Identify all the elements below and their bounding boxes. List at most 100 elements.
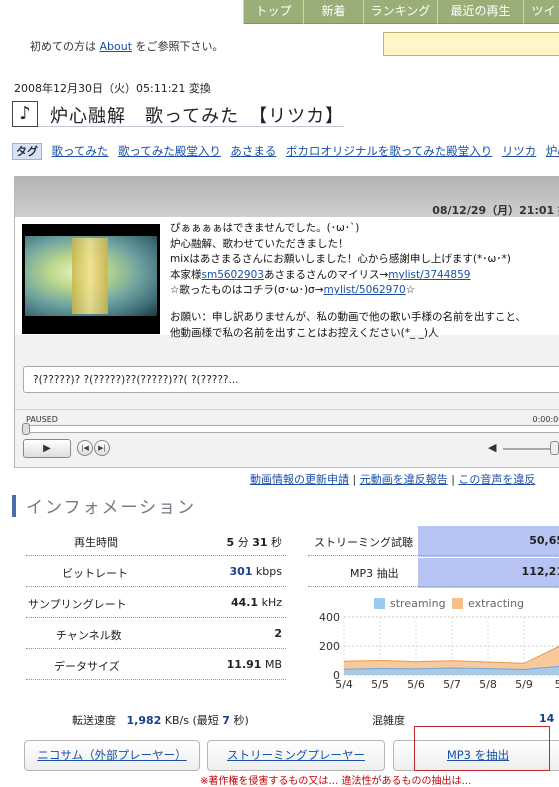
streaming-player-label: ストリーミングプレーヤー [227, 748, 365, 762]
x-tick-label: 5/5 [371, 678, 389, 691]
title-row: ♪ 炉心融解 歌ってみた 【リツカ】 [12, 101, 344, 127]
report-source-link[interactable]: 元動画を違反報告 [360, 473, 448, 486]
data-size-unit: MB [264, 658, 282, 671]
update-request-link[interactable]: 動画情報の更新申請 [250, 473, 349, 486]
nav-twitter[interactable]: ツイ [523, 0, 559, 24]
mp3-row: MP3 抽出 112,21 [308, 557, 559, 587]
channels-label: チャンネル数 [56, 629, 122, 642]
bitrate-value: 301 kbps [229, 565, 282, 578]
transfer-label: 転送速度 [72, 714, 116, 727]
tag-link[interactable]: 炉心 [546, 144, 559, 158]
transfer-short: 7 [222, 714, 230, 727]
streaming-label: ストリーミング試聴 [314, 536, 413, 549]
desc-line: 他動画様で私の名前を出すことはお控えください(*_ _)人 [170, 326, 439, 339]
traffic-chart-svg: streaming extracting02004005/4 5/5 5/6 5/7 5/… [319, 597, 559, 691]
data-size-label: データサイズ [54, 660, 120, 673]
video-description: ぴぁぁぁぁはできませんでした。(･ω･`) 炉心融解、歌わせていただきました！ … [170, 221, 526, 341]
notice-prefix: 初めての方は [30, 40, 96, 53]
about-link[interactable]: About [100, 40, 133, 53]
conversion-date: 2008年12月30日（火）05:11:21 変換 [14, 82, 211, 95]
mylist-link[interactable]: mylist/3744859 [388, 269, 470, 281]
desc-line: mixはあさまるさんにお願いしました！心から感謝申し上げます(*･ω･*) [170, 253, 511, 266]
nav-bar: トップ 新着 ランキング 最近の再生 ツイ [243, 0, 559, 24]
transfer-short-unit: 秒) [233, 714, 249, 727]
music-note-icon: ♪ [12, 101, 38, 127]
nav-recent[interactable]: 最近の再生 [437, 0, 523, 24]
nav-ranking[interactable]: ランキング [363, 0, 437, 24]
x-tick-label: 5/8 [479, 678, 497, 691]
data-size-row: データサイズ 11.91 MB [26, 650, 286, 680]
description-panel: ぴぁぁぁぁはできませんでした。(･ω･`) 炉心融解、歌わせていただきました！ … [15, 217, 559, 339]
x-tick-label: 5/ [555, 678, 559, 691]
play-time-label: 再生時間 [74, 536, 118, 549]
channels-row: チャンネル数 2 [26, 619, 286, 649]
tag-link[interactable]: 歌ってみた [52, 144, 109, 158]
congestion-label: 混雑度 [372, 714, 405, 727]
desc-text: ☆ [405, 284, 416, 297]
sampling-label: サンプリングレート [28, 598, 127, 611]
tag-link[interactable]: 歌ってみた殿堂入り [118, 144, 221, 158]
speaker-icon[interactable]: ◀ [488, 441, 496, 454]
comment-text: ?(?????)? ?(?????)??(?????)??( ?(?????..… [33, 374, 239, 386]
video-thumbnail[interactable] [22, 224, 160, 334]
seek-bar[interactable] [22, 423, 559, 435]
play-time-row: 再生時間 5 分 31 秒 [26, 526, 286, 556]
desc-line: ぴぁぁぁぁはできませんでした。(･ω･`) [170, 222, 360, 234]
desc-line: ☆歌ったものはコチラ(σ･ω･)σ→mylist/5062970☆ [170, 283, 526, 299]
streaming-player-button[interactable]: ストリーミングプレーヤー [207, 740, 385, 771]
previous-button[interactable]: |◀ [77, 440, 93, 456]
notice-suffix: をご参照下さい。 [135, 40, 224, 53]
tag-link[interactable]: あさまる [230, 144, 276, 158]
x-tick-label: 5/6 [407, 678, 425, 691]
data-size-value: 11.91 MB [227, 658, 282, 671]
minutes: 5 [226, 536, 235, 549]
legend-swatch [452, 598, 463, 609]
seek-handle[interactable] [22, 423, 30, 435]
sampling-value: 44.1 kHz [231, 596, 282, 609]
info-header: インフォメーション [12, 495, 559, 518]
highlight-box [414, 726, 550, 771]
streaming-row: ストリーミング試聴 50,65 [308, 526, 559, 556]
channels-value: 2 [274, 627, 282, 640]
desc-line: お願い：申し訳ありませんが、私の動画で他の歌い手様の名前を出すこと、 [170, 310, 527, 323]
page-title: 炉心融解 歌ってみた 【リツカ】 [50, 106, 345, 127]
legend-swatch [374, 598, 385, 609]
mylist-link[interactable]: mylist/5062970 [324, 284, 406, 296]
tag-list: タグ 歌ってみた 歌ってみた殿堂入り あさまる ボカロオリジナルを歌ってみた殿堂… [12, 143, 559, 161]
x-tick-label: 5/4 [335, 678, 353, 691]
mp3-label: MP3 抽出 [350, 567, 399, 580]
playback-status: PAUSED [26, 415, 58, 424]
nicosound-player-button[interactable]: ニコサム（外部プレーヤー） [24, 740, 200, 771]
streaming-value: 50,65 [529, 534, 559, 547]
first-time-notice: 初めての方は About をご参照下さい。 [30, 38, 224, 54]
sampling-number: 44.1 [230, 596, 259, 609]
report-audio-link[interactable]: この音声を違反 [458, 473, 535, 486]
seconds-unit: 秒 [271, 536, 282, 549]
transfer-value: 1,982 [126, 714, 162, 727]
bitrate-unit: kbps [255, 565, 282, 578]
bitrate-label: ビットレート [62, 567, 128, 580]
seconds: 31 [252, 536, 268, 549]
sampling-unit: kHz [261, 596, 282, 609]
tag-link[interactable]: ボカロオリジナルを歌ってみた殿堂入り [286, 144, 492, 158]
y-tick-label: 200 [319, 640, 340, 653]
source-video-link[interactable]: sm5602903 [202, 269, 264, 281]
play-button[interactable]: ▶ [23, 439, 71, 458]
transfer-speed: 転送速度 1,982 KB/s (最短 7 秒) [72, 712, 249, 728]
congestion-value: 14 [539, 712, 555, 725]
search-input[interactable] [383, 32, 559, 56]
tag-link[interactable]: リツカ [502, 144, 537, 158]
post-date: 08/12/29（月）21:01 投 [432, 204, 559, 217]
comment-ticker: ?(?????)? ?(?????)??(?????)??( ?(?????..… [23, 366, 559, 393]
mp3-value: 112,21 [521, 565, 559, 578]
legend-label: streaming [390, 597, 446, 610]
video-player: 08/12/29（月）21:01 投 ぴぁぁぁぁはできませんでした。(･ω･`)… [14, 176, 559, 468]
next-icon: ▶| [98, 444, 106, 452]
next-button[interactable]: ▶| [94, 440, 110, 456]
volume-handle[interactable] [550, 441, 559, 455]
y-tick-label: 400 [319, 611, 340, 624]
nav-new[interactable]: 新着 [303, 0, 363, 24]
x-tick-label: 5/9 [515, 678, 533, 691]
top-navigation: トップ 新着 ランキング 最近の再生 ツイ [0, 0, 559, 24]
nav-top[interactable]: トップ [243, 0, 303, 24]
